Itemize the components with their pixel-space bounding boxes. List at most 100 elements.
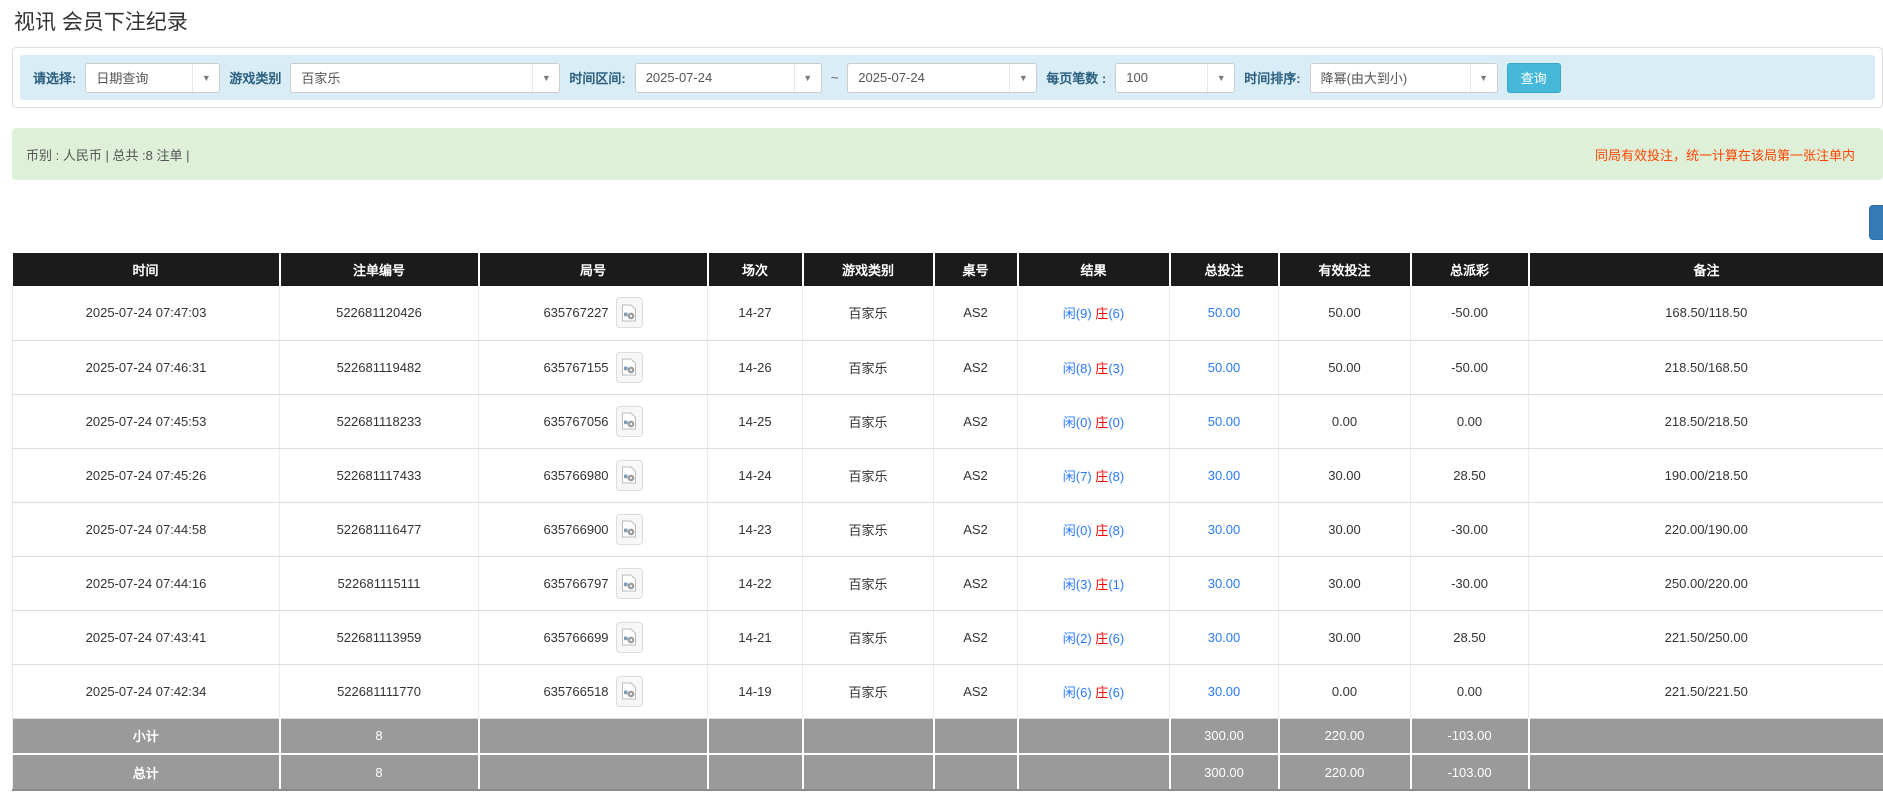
date-from-select[interactable]: 2025-07-24 ▼ xyxy=(635,63,822,93)
subtotal-row: 小计8300.00220.00-103.00 xyxy=(13,718,1883,754)
cell-bet-number: 522681116477 xyxy=(280,502,479,556)
total-row-cell-10 xyxy=(1529,754,1883,790)
result-player-label: 闲 xyxy=(1063,577,1076,592)
table-footer: 小计8300.00220.00-103.00总计8300.00220.00-10… xyxy=(13,718,1883,790)
summary-bar: 币别 : 人民币 | 总共 :8 注单 | 同局有效投注，统一计算在该局第一张注… xyxy=(12,128,1883,180)
table-row: 2025-07-24 07:44:58522681116477635766900… xyxy=(13,502,1883,556)
total-bet-link[interactable]: 30.00 xyxy=(1208,468,1241,483)
chevron-down-icon[interactable]: ▼ xyxy=(1207,64,1234,92)
cell-table-number: AS2 xyxy=(934,502,1018,556)
cell-total-bet: 30.00 xyxy=(1170,556,1279,610)
cell-round-number: 635766900 xyxy=(479,502,708,556)
cell-bet-number: 522681115111 xyxy=(280,556,479,610)
search-button[interactable]: 查询 xyxy=(1507,63,1561,93)
chevron-down-icon[interactable]: ▼ xyxy=(794,64,821,92)
video-replay-button[interactable] xyxy=(616,406,643,437)
cell-total-bet: 30.00 xyxy=(1170,664,1279,718)
total-row-cell-6 xyxy=(1018,754,1170,790)
cell-result: 闲(7) 庄(8) xyxy=(1018,448,1170,502)
video-replay-button[interactable] xyxy=(616,352,643,383)
cell-result: 闲(2) 庄(6) xyxy=(1018,610,1170,664)
total-row-cell-2 xyxy=(479,754,708,790)
round-number-text: 635767155 xyxy=(543,360,608,375)
video-replay-button[interactable] xyxy=(616,297,643,328)
cell-session: 14-19 xyxy=(708,664,803,718)
cell-remark: 250.00/220.00 xyxy=(1529,556,1883,610)
valid-bet-notice: 同局有效投注，统一计算在该局第一张注单内 xyxy=(1595,145,1867,164)
table-header-row: 时间注单编号局号场次游戏类别桌号结果总投注有效投注总派彩备注 xyxy=(13,253,1883,286)
column-header-8: 有效投注 xyxy=(1279,253,1411,286)
cell-valid-bet: 50.00 xyxy=(1279,286,1411,340)
video-file-icon xyxy=(621,412,637,430)
chevron-down-icon[interactable]: ▼ xyxy=(192,64,219,92)
game-type-select[interactable]: 百家乐 ▼ xyxy=(290,63,560,93)
table-row: 2025-07-24 07:44:16522681115111635766797… xyxy=(13,556,1883,610)
cell-table-number: AS2 xyxy=(934,340,1018,394)
result-player-value: (8) xyxy=(1076,361,1096,376)
video-replay-button[interactable] xyxy=(616,460,643,491)
subtotal-row-cell-1: 8 xyxy=(280,718,479,754)
cell-time: 2025-07-24 07:45:53 xyxy=(13,394,280,448)
result-banker-value: (8) xyxy=(1108,469,1124,484)
result-banker-label: 庄 xyxy=(1095,361,1108,376)
cell-result: 闲(0) 庄(8) xyxy=(1018,502,1170,556)
result-player-value: (6) xyxy=(1076,685,1096,700)
cell-payout: 0.00 xyxy=(1411,394,1529,448)
result-banker-value: (8) xyxy=(1108,523,1124,538)
video-replay-button[interactable] xyxy=(616,622,643,653)
video-file-icon xyxy=(621,682,637,700)
cell-payout: 0.00 xyxy=(1411,664,1529,718)
result-player-label: 闲 xyxy=(1063,523,1076,538)
sort-value: 降幂(由大到小) xyxy=(1311,68,1470,87)
total-row-cell-3 xyxy=(708,754,803,790)
cell-time: 2025-07-24 07:44:16 xyxy=(13,556,280,610)
round-number-text: 635766900 xyxy=(543,522,608,537)
per-page-select[interactable]: 100 ▼ xyxy=(1115,63,1235,93)
date-to-select[interactable]: 2025-07-24 ▼ xyxy=(847,63,1037,93)
round-number-text: 635766518 xyxy=(543,684,608,699)
table-row: 2025-07-24 07:47:03522681120426635767227… xyxy=(13,286,1883,340)
total-bet-link[interactable]: 50.00 xyxy=(1208,414,1241,429)
table-header: 时间注单编号局号场次游戏类别桌号结果总投注有效投注总派彩备注 xyxy=(13,253,1883,286)
cell-round-number: 635766518 xyxy=(479,664,708,718)
column-header-5: 桌号 xyxy=(934,253,1018,286)
query-type-label: 请选择: xyxy=(33,68,76,87)
cell-session: 14-27 xyxy=(708,286,803,340)
cell-game-type: 百家乐 xyxy=(803,340,934,394)
chevron-down-icon[interactable]: ▼ xyxy=(1009,64,1036,92)
video-file-icon xyxy=(621,628,637,646)
video-replay-button[interactable] xyxy=(616,676,643,707)
subtotal-row-cell-9: -103.00 xyxy=(1411,718,1529,754)
cell-valid-bet: 0.00 xyxy=(1279,664,1411,718)
cell-game-type: 百家乐 xyxy=(803,394,934,448)
query-type-select[interactable]: 日期查询 ▼ xyxy=(85,63,220,93)
total-bet-link[interactable]: 30.00 xyxy=(1208,684,1241,699)
chevron-down-icon[interactable]: ▼ xyxy=(1470,64,1497,92)
column-header-2: 局号 xyxy=(479,253,708,286)
total-bet-link[interactable]: 50.00 xyxy=(1208,360,1241,375)
total-bet-link[interactable]: 30.00 xyxy=(1208,522,1241,537)
result-banker-value: (1) xyxy=(1108,577,1124,592)
chevron-down-icon[interactable]: ▼ xyxy=(532,64,559,92)
cell-session: 14-23 xyxy=(708,502,803,556)
video-replay-button[interactable] xyxy=(616,514,643,545)
result-banker-value: (3) xyxy=(1108,361,1124,376)
cell-payout: 28.50 xyxy=(1411,448,1529,502)
video-file-icon xyxy=(621,520,637,538)
cell-session: 14-25 xyxy=(708,394,803,448)
total-bet-link[interactable]: 50.00 xyxy=(1208,305,1241,320)
video-replay-button[interactable] xyxy=(616,568,643,599)
sort-select[interactable]: 降幂(由大到小) ▼ xyxy=(1310,63,1498,93)
total-bet-link[interactable]: 30.00 xyxy=(1208,576,1241,591)
cutoff-blue-button[interactable] xyxy=(1869,205,1883,240)
table-body: 2025-07-24 07:47:03522681120426635767227… xyxy=(13,286,1883,718)
cell-time: 2025-07-24 07:45:26 xyxy=(13,448,280,502)
total-bet-link[interactable]: 30.00 xyxy=(1208,630,1241,645)
cell-round-number: 635767056 xyxy=(479,394,708,448)
cell-total-bet: 50.00 xyxy=(1170,286,1279,340)
cell-payout: -30.00 xyxy=(1411,556,1529,610)
result-banker-label: 庄 xyxy=(1095,577,1108,592)
date-range-tilde: ~ xyxy=(831,70,839,85)
result-banker-value: (6) xyxy=(1108,306,1124,321)
cell-round-number: 635766980 xyxy=(479,448,708,502)
